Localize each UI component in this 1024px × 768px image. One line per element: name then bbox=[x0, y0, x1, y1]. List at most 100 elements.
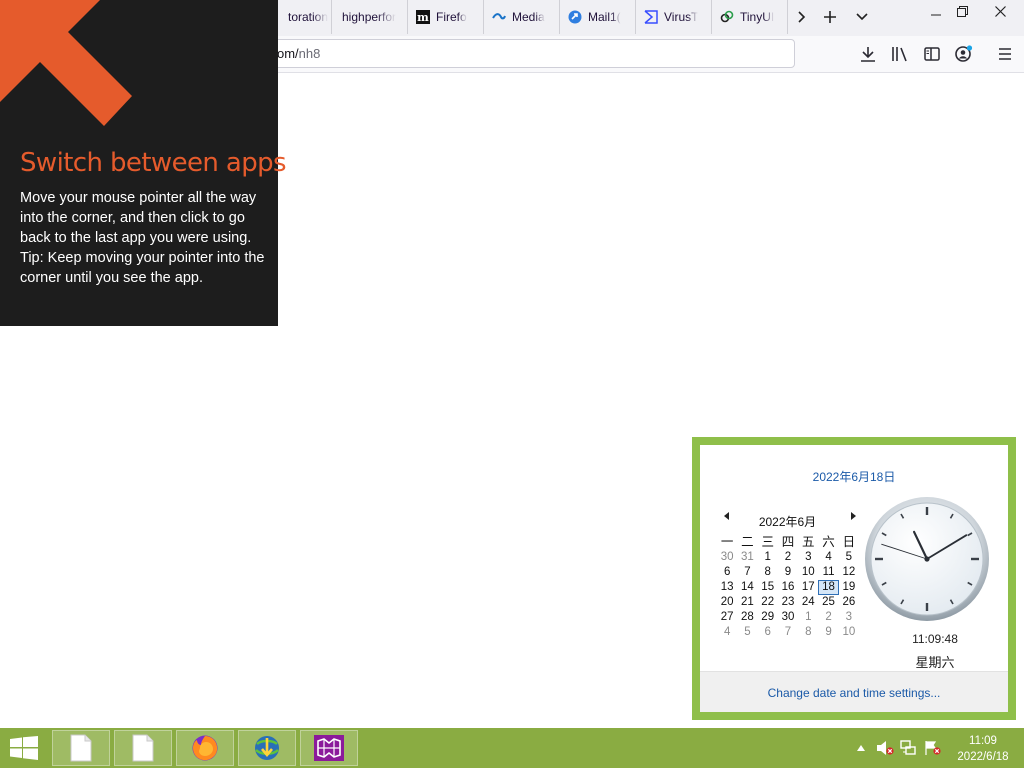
mail-icon bbox=[568, 10, 582, 24]
calendar-day[interactable]: 17 bbox=[798, 580, 818, 595]
calendar-day[interactable]: 4 bbox=[818, 550, 838, 565]
action-center-button[interactable] bbox=[924, 740, 942, 756]
network-button[interactable] bbox=[900, 740, 918, 756]
volume-button[interactable] bbox=[876, 740, 894, 756]
tab-title: Firefo bbox=[436, 10, 467, 24]
next-month-button[interactable] bbox=[846, 509, 860, 523]
taskbar-app-download-manager[interactable] bbox=[238, 730, 296, 766]
calendar-day[interactable]: 10 bbox=[839, 625, 859, 640]
calendar-day[interactable]: 3 bbox=[798, 550, 818, 565]
tip-hint-text: Tip: Keep moving your pointer into the c… bbox=[20, 250, 265, 286]
calendar-week-row: 27 28 29 30 1 2 3 bbox=[717, 610, 859, 625]
virustotal-icon bbox=[644, 10, 658, 24]
calendar-day[interactable]: 19 bbox=[839, 580, 859, 595]
calendar-day[interactable]: 24 bbox=[798, 595, 818, 610]
calendar-day[interactable]: 26 bbox=[839, 595, 859, 610]
calendar-day[interactable]: 11 bbox=[818, 565, 838, 580]
tip-body: Move your mouse pointer all the way into… bbox=[20, 188, 265, 288]
calendar-day[interactable]: 16 bbox=[778, 580, 798, 595]
previous-month-button[interactable] bbox=[719, 509, 733, 523]
calendar-day[interactable]: 14 bbox=[737, 580, 757, 595]
flyout-panel: 2022年6月18日 2022年6月 一二三四五六日 30 31 1 2 3 4 5 6 7 8 9… bbox=[700, 445, 1008, 712]
calendar-day[interactable]: 31 bbox=[737, 550, 757, 565]
calendar-day[interactable]: 7 bbox=[737, 565, 757, 580]
full-date-link[interactable]: 2022年6月18日 bbox=[700, 468, 1008, 485]
taskbar-app-file[interactable] bbox=[114, 730, 172, 766]
calendar-day[interactable]: 1 bbox=[758, 550, 778, 565]
restore-button[interactable] bbox=[946, 0, 978, 22]
calendar-day[interactable]: 2 bbox=[818, 610, 838, 625]
chevron-right-icon bbox=[798, 11, 806, 23]
browser-tab[interactable]: VirusT bbox=[636, 0, 712, 34]
calendar-day[interactable]: 30 bbox=[778, 610, 798, 625]
calendar-day[interactable]: 3 bbox=[839, 610, 859, 625]
download-manager-icon bbox=[255, 736, 279, 760]
list-all-tabs-button[interactable] bbox=[848, 4, 876, 30]
browser-tab[interactable]: m Firefo bbox=[408, 0, 484, 34]
app-menu-button[interactable] bbox=[994, 43, 1016, 65]
calendar-day[interactable]: 23 bbox=[778, 595, 798, 610]
tab-title: highperfor bbox=[342, 10, 397, 24]
calendar-day[interactable]: 5 bbox=[737, 625, 757, 640]
calendar-day[interactable]: 1 bbox=[798, 610, 818, 625]
calendar-day[interactable]: 2 bbox=[778, 550, 798, 565]
address-bar[interactable]: om/nh8 bbox=[240, 39, 795, 68]
change-date-time-settings-link[interactable]: Change date and time settings... bbox=[700, 686, 1008, 700]
library-icon bbox=[892, 47, 907, 62]
taskbar-app-visual-studio[interactable] bbox=[300, 730, 358, 766]
close-window-button[interactable] bbox=[984, 0, 1016, 22]
hot-corner-tip: Switch between apps Move your mouse poin… bbox=[0, 0, 287, 326]
calendar-day[interactable]: 30 bbox=[717, 550, 737, 565]
calendar-week-row: 6 7 8 9 10 11 12 bbox=[717, 565, 859, 580]
calendar-day[interactable]: 9 bbox=[818, 625, 838, 640]
calendar-day-today[interactable]: 18 bbox=[818, 580, 839, 595]
calendar-day[interactable]: 4 bbox=[717, 625, 737, 640]
library-button[interactable] bbox=[889, 43, 911, 65]
tinyurl-icon bbox=[720, 10, 734, 24]
calendar-day[interactable]: 6 bbox=[758, 625, 778, 640]
taskbar-time: 11:09 bbox=[969, 735, 997, 747]
calendar-day[interactable]: 22 bbox=[758, 595, 778, 610]
start-button[interactable] bbox=[10, 736, 38, 760]
taskbar-clock[interactable]: 11:09 2022/6/18 bbox=[948, 733, 1018, 765]
weekday-header: 三 bbox=[761, 535, 774, 549]
downloads-button[interactable] bbox=[857, 43, 879, 65]
calendar-day[interactable]: 25 bbox=[818, 595, 838, 610]
calendar-day[interactable]: 12 bbox=[839, 565, 859, 580]
calendar-day[interactable]: 15 bbox=[758, 580, 778, 595]
taskbar-app-firefox[interactable] bbox=[176, 730, 234, 766]
sidebar-button[interactable] bbox=[921, 43, 943, 65]
calendar-day[interactable]: 6 bbox=[717, 565, 737, 580]
calendar-day[interactable]: 13 bbox=[717, 580, 737, 595]
calendar-day[interactable]: 8 bbox=[798, 625, 818, 640]
taskbar: 11:09 2022/6/18 bbox=[0, 728, 1024, 768]
plus-icon bbox=[824, 11, 836, 23]
account-button[interactable] bbox=[953, 43, 975, 65]
browser-tab[interactable]: Mail1( bbox=[560, 0, 636, 34]
taskbar-app-file[interactable] bbox=[52, 730, 110, 766]
calendar-day[interactable]: 8 bbox=[758, 565, 778, 580]
calendar-day[interactable]: 29 bbox=[758, 610, 778, 625]
show-hidden-icons-button[interactable] bbox=[852, 740, 870, 756]
calendar-day[interactable]: 21 bbox=[737, 595, 757, 610]
tip-title: Switch between apps bbox=[20, 148, 287, 178]
calendar-day[interactable]: 7 bbox=[778, 625, 798, 640]
calendar-month-label[interactable]: 2022年6月 bbox=[740, 513, 835, 530]
tab-scroll-right-button[interactable] bbox=[787, 4, 815, 30]
weekday-header: 四 bbox=[781, 535, 795, 549]
browser-tab[interactable]: TinyUI bbox=[712, 0, 788, 34]
browser-tab[interactable]: toration bbox=[278, 0, 332, 34]
calendar-day[interactable]: 10 bbox=[798, 565, 818, 580]
calendar-day[interactable]: 27 bbox=[717, 610, 737, 625]
calendar-day[interactable]: 9 bbox=[778, 565, 798, 580]
new-tab-button[interactable] bbox=[816, 4, 844, 30]
browser-tab[interactable]: highperfor bbox=[332, 0, 408, 34]
triangle-right-icon bbox=[850, 512, 856, 520]
visual-studio-icon bbox=[314, 735, 344, 761]
file-icon bbox=[70, 734, 92, 762]
calendar-day[interactable]: 28 bbox=[737, 610, 757, 625]
calendar-day[interactable]: 5 bbox=[839, 550, 859, 565]
digital-time: 11:09:48 bbox=[912, 632, 958, 646]
browser-tab[interactable]: Media bbox=[484, 0, 560, 34]
calendar-day[interactable]: 20 bbox=[717, 595, 737, 610]
